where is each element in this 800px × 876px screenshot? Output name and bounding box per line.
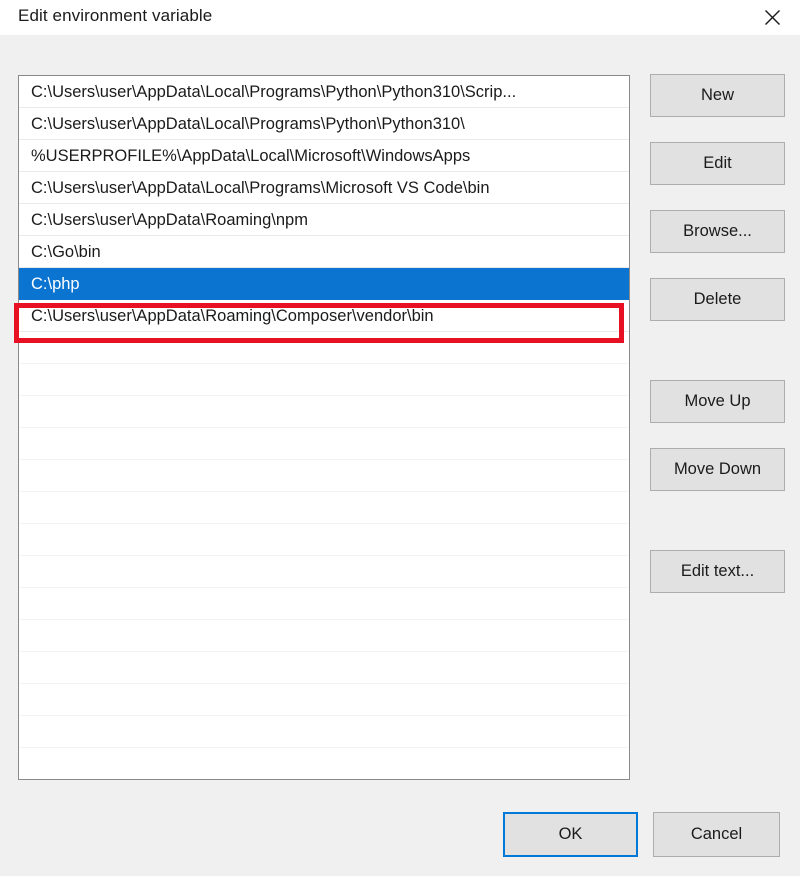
browse-button[interactable]: Browse... <box>650 210 785 253</box>
path-list-empty-row[interactable] <box>19 652 629 684</box>
ok-button[interactable]: OK <box>503 812 638 857</box>
path-list-empty-row[interactable] <box>19 460 629 492</box>
path-list-empty-row[interactable] <box>19 492 629 524</box>
delete-button[interactable]: Delete <box>650 278 785 321</box>
new-button[interactable]: New <box>650 74 785 117</box>
path-list-row[interactable]: C:\Users\user\AppData\Roaming\npm <box>19 204 629 236</box>
path-list-empty-row[interactable] <box>19 620 629 652</box>
path-list-empty-row[interactable] <box>19 588 629 620</box>
path-list-row[interactable]: C:\Users\user\AppData\Local\Programs\Mic… <box>19 172 629 204</box>
path-list-empty-row[interactable] <box>19 684 629 716</box>
path-list-empty-row[interactable] <box>19 396 629 428</box>
path-list-empty-row[interactable] <box>19 524 629 556</box>
path-list-row[interactable]: C:\php <box>19 268 629 300</box>
move-down-button[interactable]: Move Down <box>650 448 785 491</box>
path-list-empty-row[interactable] <box>19 556 629 588</box>
path-list-row[interactable]: %USERPROFILE%\AppData\Local\Microsoft\Wi… <box>19 140 629 172</box>
path-list-row[interactable]: C:\Go\bin <box>19 236 629 268</box>
path-list-row[interactable]: C:\Users\user\AppData\Roaming\Composer\v… <box>19 300 629 332</box>
path-list-empty-row[interactable] <box>19 364 629 396</box>
path-list-empty-row[interactable] <box>19 332 629 364</box>
move-up-button[interactable]: Move Up <box>650 380 785 423</box>
title-bar: Edit environment variable <box>0 0 800 36</box>
path-list-empty-row[interactable] <box>19 428 629 460</box>
close-button[interactable] <box>744 0 800 35</box>
path-list[interactable]: C:\Users\user\AppData\Local\Programs\Pyt… <box>18 75 630 780</box>
close-icon <box>764 9 781 26</box>
path-list-empty-row[interactable] <box>19 716 629 748</box>
path-list-row[interactable]: C:\Users\user\AppData\Local\Programs\Pyt… <box>19 76 629 108</box>
dialog-body: C:\Users\user\AppData\Local\Programs\Pyt… <box>0 35 800 876</box>
path-list-row[interactable]: C:\Users\user\AppData\Local\Programs\Pyt… <box>19 108 629 140</box>
edit-button[interactable]: Edit <box>650 142 785 185</box>
edit-text-button[interactable]: Edit text... <box>650 550 785 593</box>
window-title: Edit environment variable <box>18 6 213 25</box>
cancel-button[interactable]: Cancel <box>653 812 780 857</box>
